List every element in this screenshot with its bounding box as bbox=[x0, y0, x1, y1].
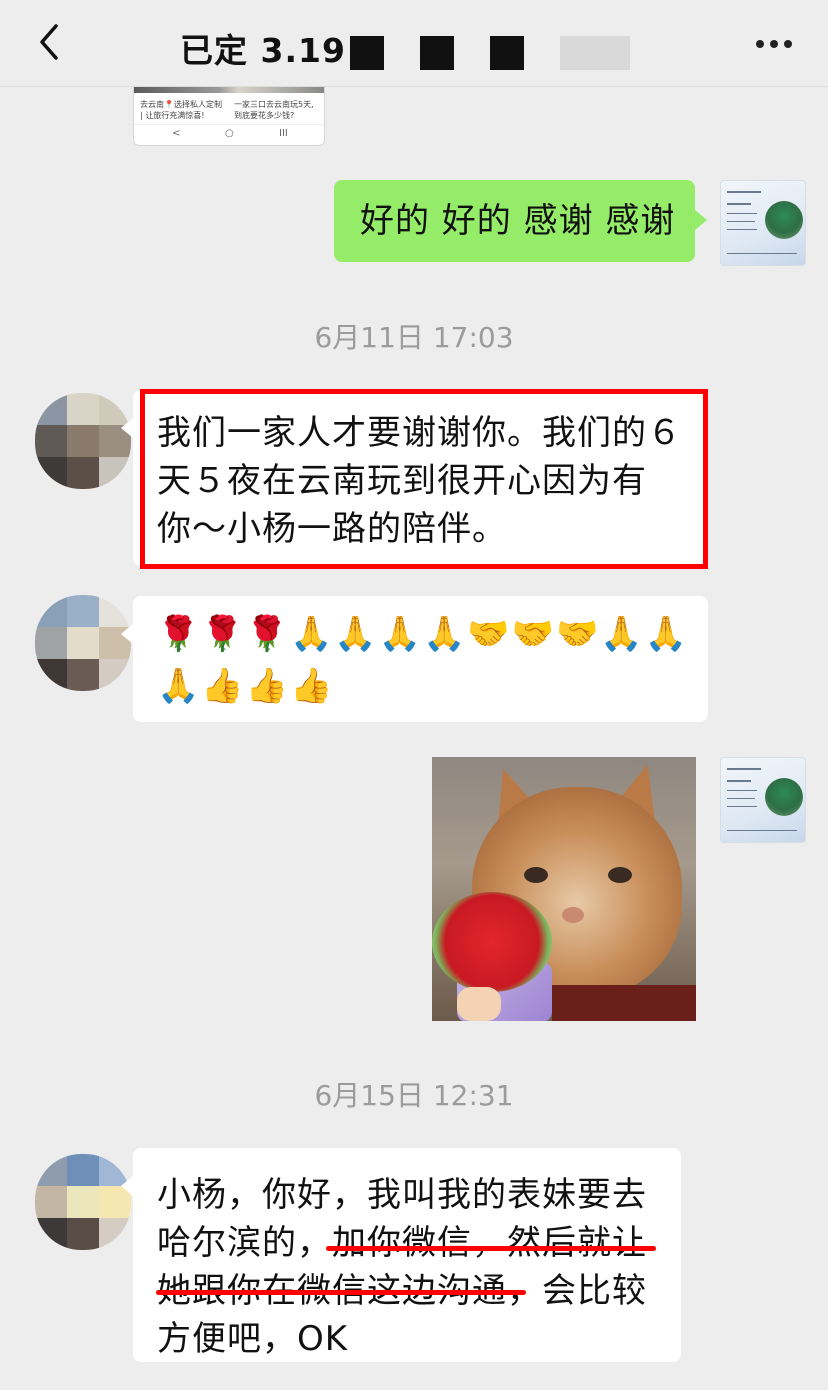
annotation-underline bbox=[156, 1290, 526, 1295]
redacted-block bbox=[490, 36, 524, 70]
nav-back-icon: < bbox=[172, 128, 181, 139]
message-line: 天５夜在云南玩到很开心因为有 bbox=[157, 461, 647, 501]
more-dots-icon[interactable] bbox=[750, 26, 798, 58]
redacted-block bbox=[560, 36, 630, 70]
nav-home-icon: ○ bbox=[225, 128, 234, 139]
message-line: 你～小杨一路的陪伴。 bbox=[157, 509, 507, 549]
cat-with-flowers-sticker[interactable] bbox=[432, 757, 696, 1021]
timestamp: 6月11日 17:03 bbox=[314, 321, 514, 354]
emoji-line: 🙏👍👍👍 bbox=[157, 666, 335, 706]
message-bubble-other[interactable]: 小杨，你好，我叫我的表妹要去 哈尔滨的，加你微信，然后就让 她跟你在微信这边沟通… bbox=[121, 1148, 681, 1363]
message-bubble-other[interactable]: 🌹🌹🌹🙏🙏🙏🙏🤝🤝🤝🙏🙏 🙏👍👍👍 bbox=[121, 596, 708, 722]
preview-nav-bar: < ○ III bbox=[134, 124, 324, 145]
message-line: 小杨，你好，我叫我的表妹要去 bbox=[157, 1175, 647, 1215]
annotation-underline bbox=[326, 1246, 656, 1251]
message-text: 小杨，你好，我叫我的表妹要去 哈尔滨的，加你微信，然后就让 她跟你在微信这边沟通… bbox=[157, 1171, 647, 1363]
message-bubble-other[interactable]: 我们一家人才要谢谢你。我们的６ 天５夜在云南玩到很开心因为有 你～小杨一路的陪伴… bbox=[121, 390, 705, 566]
message-line: 我们一家人才要谢谢你。我们的６ bbox=[157, 413, 682, 453]
message-text: 好的 好的 感谢 感谢 bbox=[360, 201, 676, 241]
timestamp: 6月15日 12:31 bbox=[314, 1079, 514, 1112]
message-bubble-self[interactable]: 好的 好的 感谢 感谢 bbox=[334, 180, 707, 262]
redacted-block bbox=[420, 36, 454, 70]
chat-header: 已定 3.19 bbox=[0, 0, 828, 87]
preview-caption-right: 一家三口去云南玩5天,到底要花多少钱? bbox=[234, 100, 314, 120]
chat-title: 已定 3.19 bbox=[180, 31, 346, 70]
nav-menu-icon: III bbox=[279, 128, 288, 139]
self-avatar[interactable] bbox=[720, 757, 806, 843]
contact-avatar[interactable] bbox=[35, 393, 131, 489]
redacted-block bbox=[350, 36, 384, 70]
contact-avatar[interactable] bbox=[35, 595, 131, 691]
emoji-message: 🌹🌹🌹🙏🙏🙏🙏🤝🤝🤝🙏🙏 🙏👍👍👍 bbox=[157, 608, 689, 712]
chevron-left-icon[interactable] bbox=[30, 22, 70, 62]
message-line: 方便吧，OK bbox=[157, 1319, 349, 1359]
message-line: 哈尔滨的，加你微信，然后就让 bbox=[157, 1223, 647, 1263]
emoji-line: 🌹🌹🌹🙏🙏🙏🙏🤝🤝🤝🙏🙏 bbox=[157, 614, 690, 654]
self-avatar[interactable] bbox=[720, 180, 806, 266]
preview-caption-left: 去云南📍选择私人定制 | 让旅行充满惊喜! bbox=[140, 100, 222, 120]
message-text: 我们一家人才要谢谢你。我们的６ 天５夜在云南玩到很开心因为有 你～小杨一路的陪伴… bbox=[157, 409, 682, 553]
contact-avatar[interactable] bbox=[35, 1154, 131, 1250]
